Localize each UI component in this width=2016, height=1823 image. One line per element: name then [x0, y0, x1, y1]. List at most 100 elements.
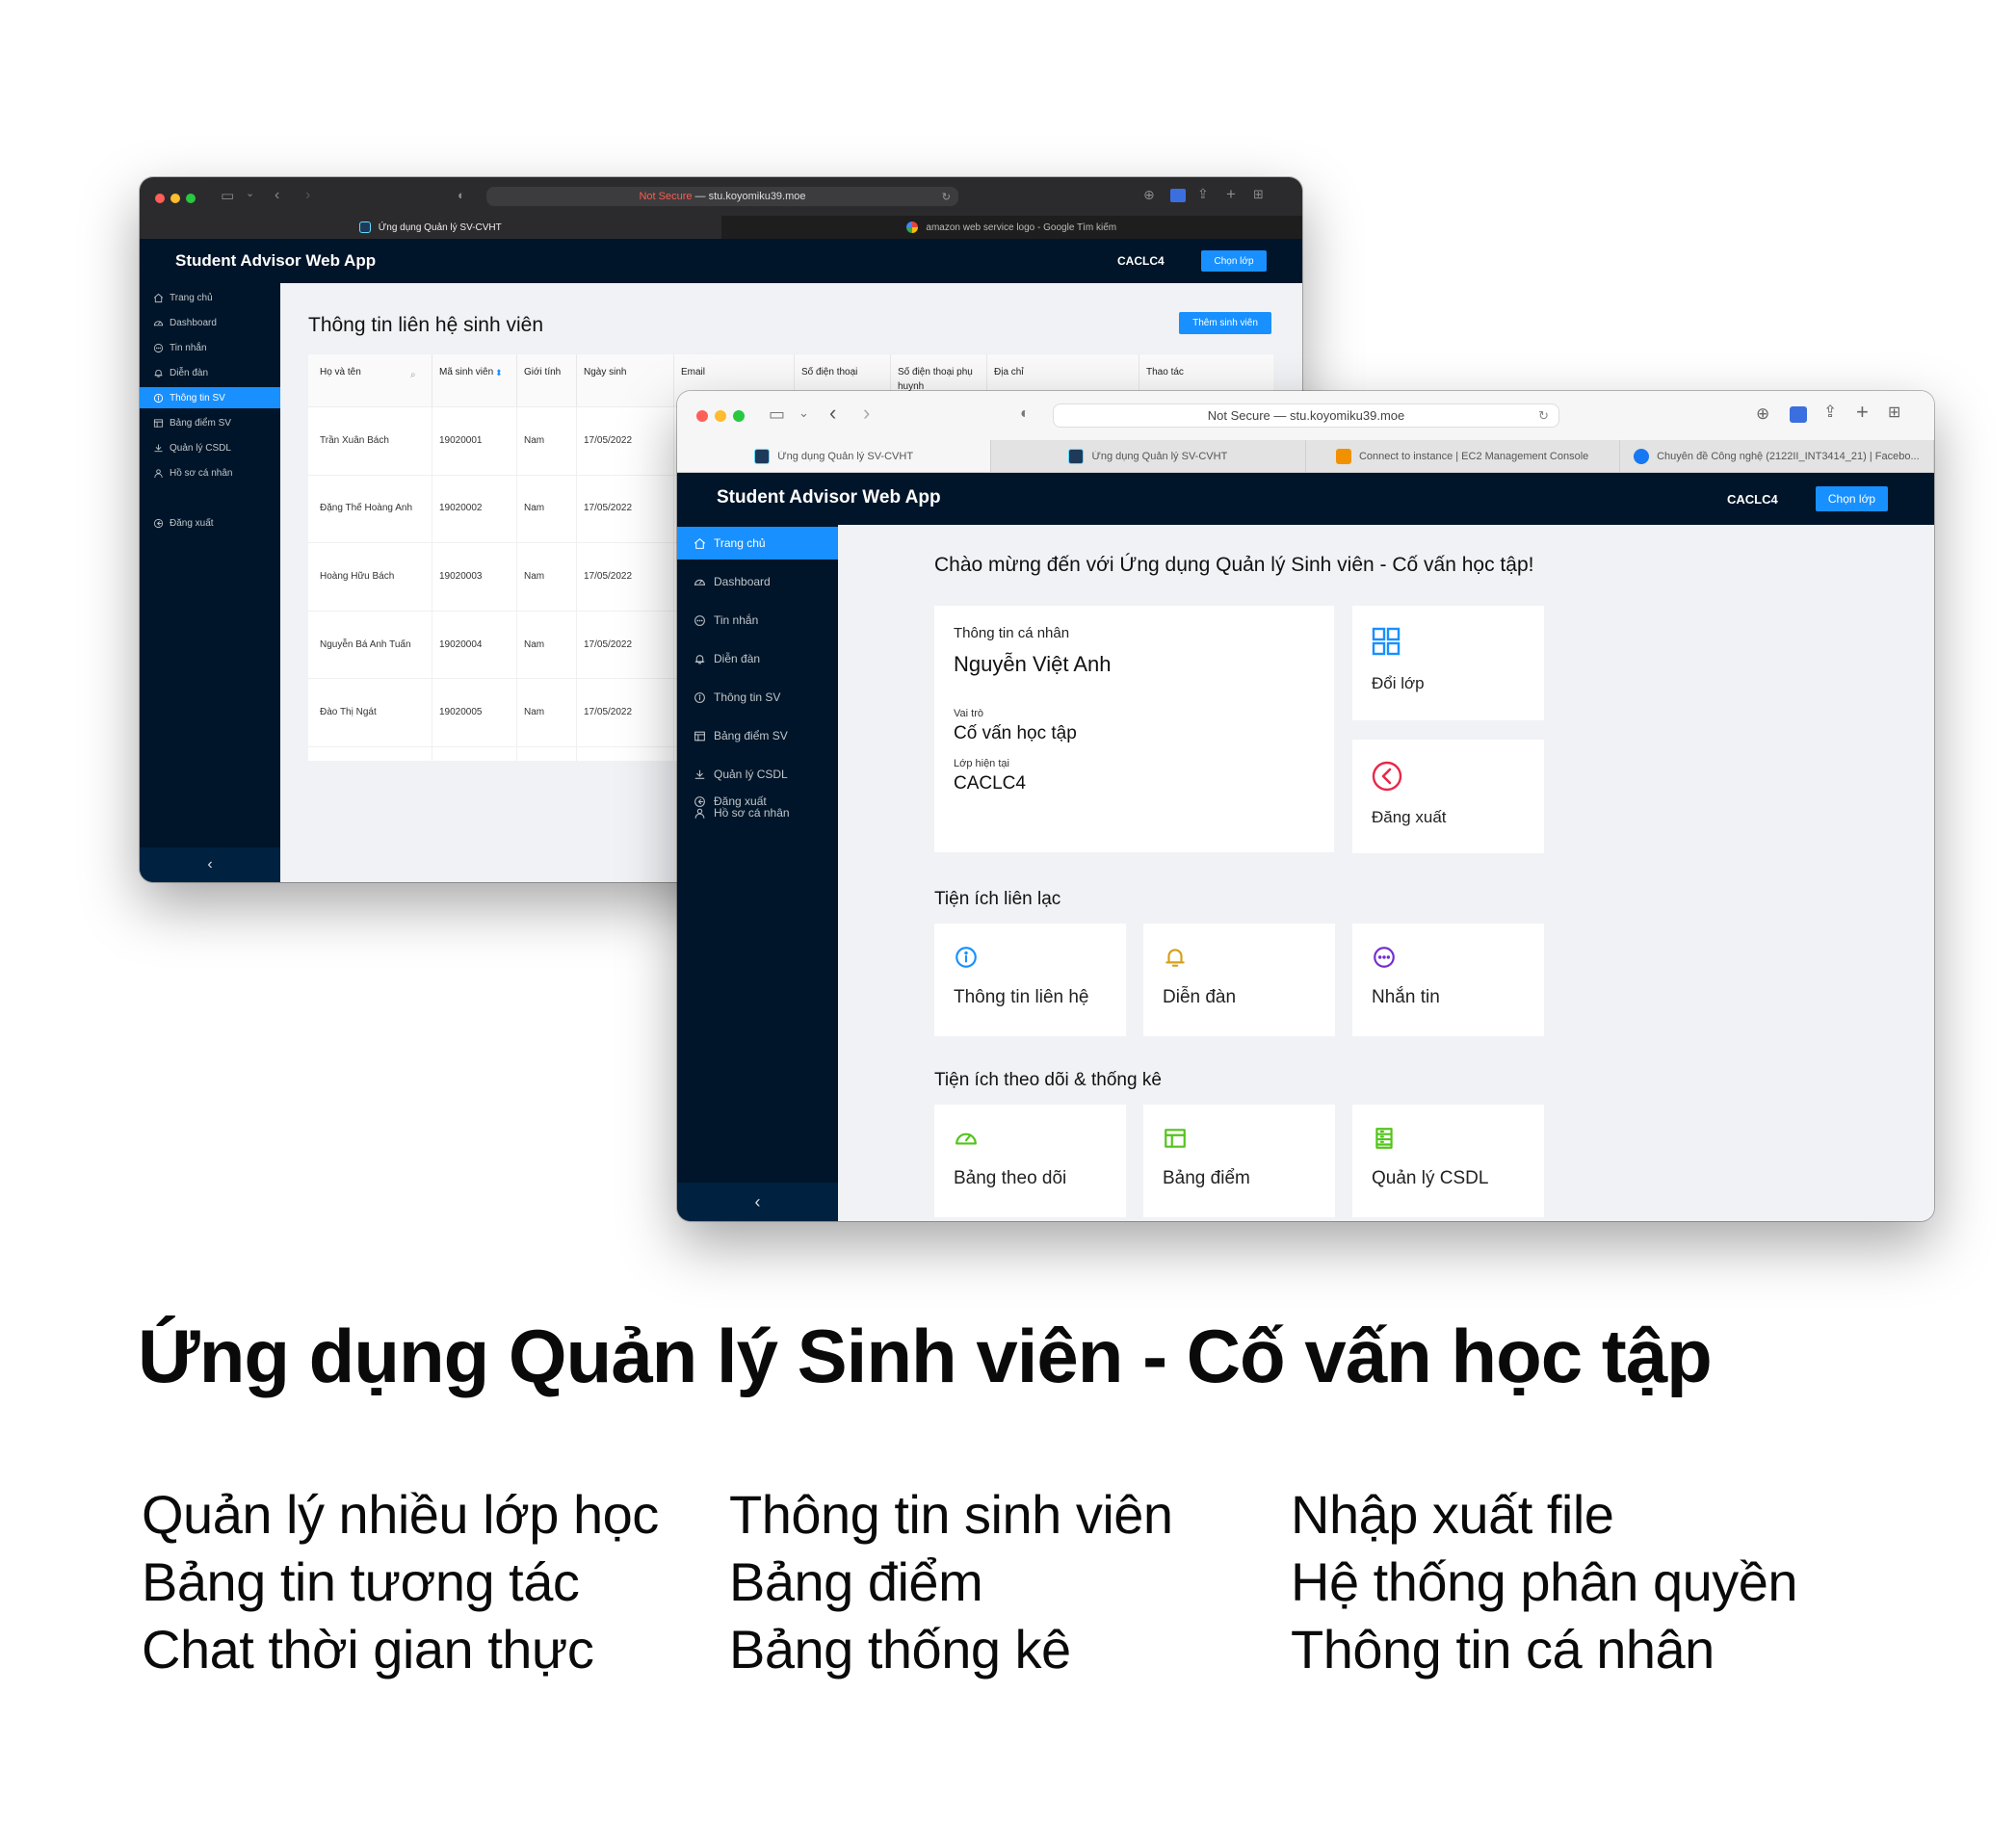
choose-class-button[interactable]: Chọn lớp: [1816, 486, 1888, 511]
column-header-label: Email: [681, 367, 706, 378]
sidebar-item-2[interactable]: Tin nhắn: [140, 337, 280, 358]
front-toolbar: ▭ ⌄ ‹ › ◐ Not Secure — stu.koyomiku39.mo…: [677, 391, 1934, 440]
new-tab-icon[interactable]: +: [1226, 186, 1236, 202]
extension-icon[interactable]: [1790, 406, 1807, 423]
sidebar-item-1[interactable]: Dashboard: [677, 565, 838, 598]
tab-app[interactable]: Ứng dụng Quản lý SV-CVHT: [140, 216, 721, 239]
tile-1[interactable]: Bảng điểm: [1143, 1105, 1335, 1217]
sidebar-collapse-button[interactable]: ‹: [677, 1183, 838, 1221]
headline: Ứng dụng Quản lý Sinh viên - Cố vấn học …: [138, 1314, 1713, 1398]
minimize-dot[interactable]: [715, 410, 726, 422]
sidebar-toggle-icon[interactable]: ▭: [769, 405, 785, 423]
sidebar-collapse-button[interactable]: ‹: [140, 847, 280, 882]
sidebar-item-8[interactable]: Đăng xuất: [677, 785, 838, 818]
tab-0[interactable]: Ứng dụng Quản lý SV-CVHT: [677, 440, 992, 472]
tab-label: amazon web service logo - Google Tìm kiế…: [926, 221, 1117, 233]
react-icon: [1068, 448, 1085, 464]
tile-2[interactable]: Quản lý CSDL: [1352, 1105, 1544, 1217]
front-app-header: Student Advisor Web App CACLC4 Chọn lớp: [677, 473, 1934, 525]
sidebar-item-3[interactable]: Diễn đàn: [140, 362, 280, 383]
tile-2[interactable]: Nhắn tin: [1352, 924, 1544, 1036]
sidebar-item-6[interactable]: Quản lý CSDL: [140, 437, 280, 458]
role-value: Cố vấn học tập: [954, 723, 1077, 743]
column-header[interactable]: Mã sinh viên: [439, 366, 516, 399]
sidebar-item-label: Diễn đàn: [170, 367, 209, 378]
choose-class-button[interactable]: Chọn lớp: [1201, 250, 1267, 272]
sidebar-item-0[interactable]: Trang chủ: [677, 527, 838, 560]
sidebar-item-5[interactable]: Bảng điểm SV: [140, 412, 280, 433]
role-label: Vai trò: [954, 708, 983, 719]
extension-icon[interactable]: [1170, 189, 1186, 202]
url-bar[interactable]: Not Secure — stu.koyomiku39.moe ↻: [1053, 404, 1559, 428]
zoom-dot[interactable]: [186, 194, 196, 203]
chevron-down-icon[interactable]: ⌄: [799, 406, 809, 419]
tab-2[interactable]: Connect to instance | EC2 Management Con…: [1306, 440, 1620, 472]
download-icon[interactable]: ⊕: [1143, 188, 1155, 201]
column-header[interactable]: Ngày sinh: [584, 366, 675, 399]
logout-label: Đăng xuất: [1372, 808, 1447, 826]
add-student-button[interactable]: Thêm sinh viên: [1179, 312, 1271, 334]
tile-0[interactable]: Bảng theo dõi: [934, 1105, 1126, 1217]
tab-1[interactable]: Ứng dụng Quản lý SV-CVHT: [991, 440, 1306, 472]
reload-icon[interactable]: ↻: [1538, 408, 1549, 424]
tile-label: Nhắn tin: [1372, 987, 1440, 1007]
forward-icon[interactable]: ›: [305, 188, 310, 203]
table-cell-id: 19020005: [439, 707, 483, 718]
sidebar-item-4[interactable]: Thông tin SV: [140, 387, 280, 408]
reload-icon[interactable]: ↻: [942, 191, 951, 203]
profile-card: Thông tin cá nhân Nguyễn Việt Anh Vai tr…: [934, 606, 1334, 852]
close-dot[interactable]: [696, 410, 708, 422]
download-icon[interactable]: ⊕: [1756, 405, 1769, 422]
tab-google[interactable]: amazon web service logo - Google Tìm kiế…: [721, 216, 1303, 239]
share-icon[interactable]: ⇪: [1197, 187, 1209, 200]
download-icon: [694, 768, 706, 781]
table-cell-id: 19020002: [439, 503, 483, 514]
logout-tile[interactable]: Đăng xuất: [1352, 740, 1544, 853]
table-cell-id: 19020001: [439, 434, 483, 446]
tab-3[interactable]: Chuyên đề Công nghệ (2122II_INT3414_21) …: [1620, 440, 1934, 472]
switch-class-tile[interactable]: Đổi lớp: [1352, 606, 1544, 720]
sidebar-item-2[interactable]: Tin nhắn: [677, 604, 838, 637]
back-icon[interactable]: ‹: [829, 403, 836, 424]
url-bar[interactable]: Not Secure — stu.koyomiku39.moe ↻: [486, 187, 958, 206]
sidebar-item-5[interactable]: Bảng điểm SV: [677, 719, 838, 752]
info-icon: [153, 393, 164, 404]
table-cell-dob: 17/05/2022: [584, 638, 633, 650]
sidebar-item-7[interactable]: Hồ sơ cá nhân: [140, 462, 280, 483]
table-cell-name: Nguyễn Bá Anh Tuấn: [320, 638, 411, 650]
bell-icon: [153, 368, 164, 378]
column-header-label: Số điện thoại phụ huynh: [898, 367, 973, 392]
welcome-title: Chào mừng đến với Ứng dụng Quản lý Sinh …: [934, 554, 1534, 576]
front-content: Chào mừng đến với Ứng dụng Quản lý Sinh …: [838, 525, 1934, 1221]
forward-icon[interactable]: ›: [863, 403, 870, 424]
sidebar-item-4[interactable]: Thông tin SV: [677, 681, 838, 714]
sort-icon[interactable]: ⬍: [495, 368, 503, 378]
profile-heading: Thông tin cá nhân: [954, 625, 1070, 641]
zoom-dot[interactable]: [733, 410, 745, 422]
sidebar-item-0[interactable]: Trang chủ: [140, 287, 280, 308]
aws-icon: [1335, 448, 1351, 464]
react-icon: [754, 448, 771, 464]
tab-overview-icon[interactable]: ⊞: [1253, 188, 1264, 200]
back-icon[interactable]: ‹: [275, 188, 279, 203]
sidebar-item-3[interactable]: Diễn đàn: [677, 642, 838, 675]
tile-0[interactable]: Thông tin liên hệ: [934, 924, 1126, 1036]
close-dot[interactable]: [155, 194, 165, 203]
feature-item: Bảng thống kê: [729, 1619, 1071, 1680]
sidebar-item-label: Bảng điểm SV: [170, 417, 231, 429]
share-icon[interactable]: ⇪: [1823, 404, 1837, 420]
column-header[interactable]: Giới tính: [524, 366, 577, 399]
sidebar-item-8[interactable]: Đăng xuất: [140, 512, 280, 534]
chevron-down-icon[interactable]: ⌄: [246, 189, 254, 199]
tab-overview-icon[interactable]: ⊞: [1888, 405, 1900, 421]
sidebar-item-label: Trang chủ: [714, 536, 766, 550]
search-icon[interactable]: ⌕: [410, 370, 416, 380]
table-cell-gender: Nam: [524, 503, 545, 514]
new-tab-icon[interactable]: +: [1856, 402, 1869, 423]
tile-1[interactable]: Diễn đàn: [1143, 924, 1335, 1036]
sidebar-item-1[interactable]: Dashboard: [140, 312, 280, 333]
sidebar-toggle-icon[interactable]: ▭: [221, 189, 234, 203]
table-icon: [694, 730, 706, 742]
app-title: Student Advisor Web App: [175, 251, 377, 270]
minimize-dot[interactable]: [170, 194, 180, 203]
